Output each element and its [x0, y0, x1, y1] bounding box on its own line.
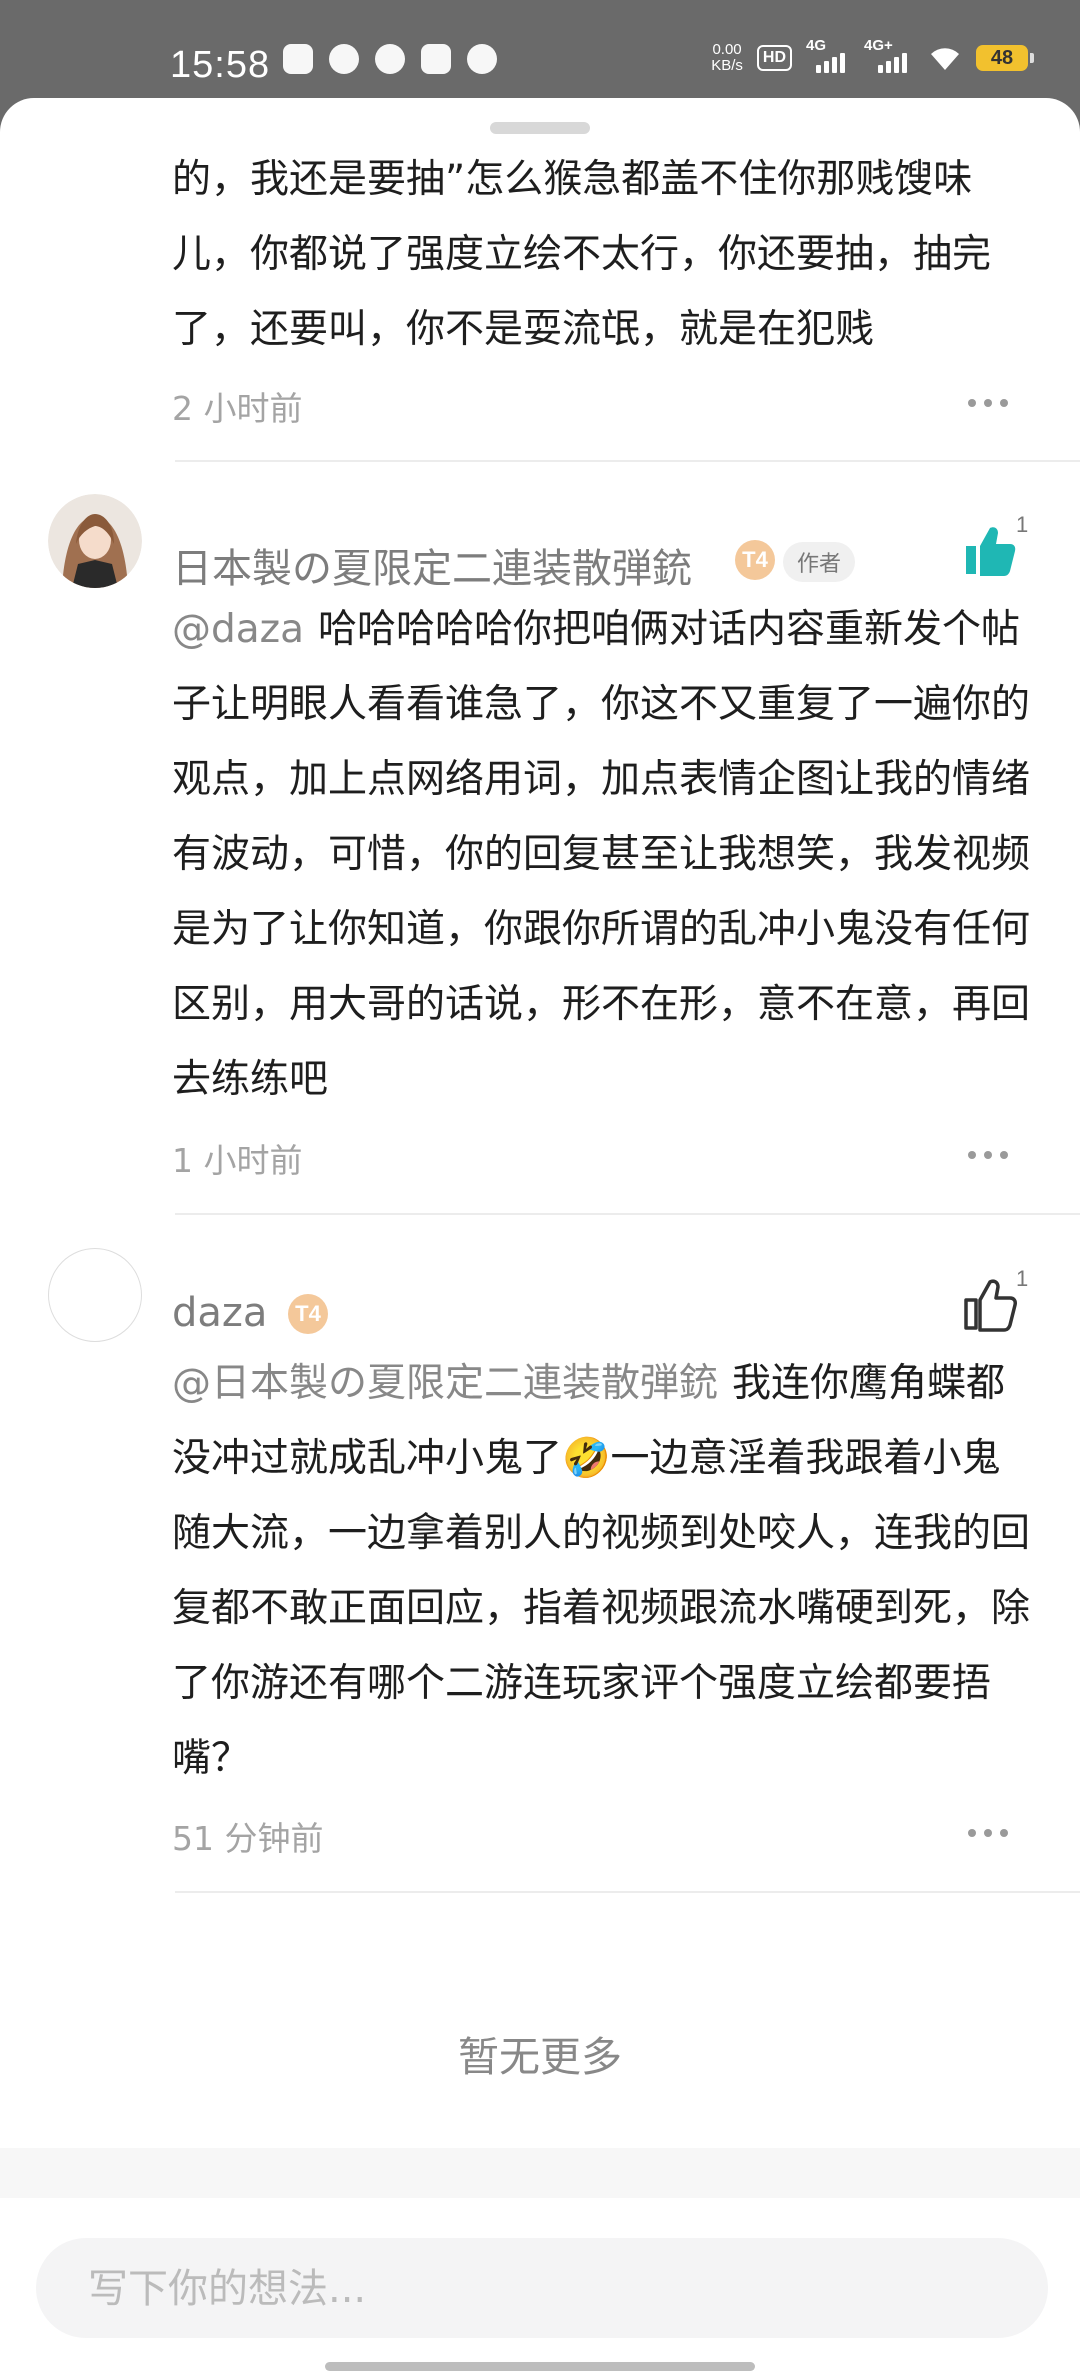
comments-sheet: 的，我还是要抽”怎么猴急都盖不住你那贱馊味儿，你都说了强度立绘不太行，你还要抽，…: [0, 98, 1080, 2376]
comment-input[interactable]: [86, 2238, 990, 2340]
avatar[interactable]: [48, 494, 142, 588]
comment-username[interactable]: 日本製の夏限定二連装散弾銃: [172, 536, 692, 594]
status-time: 15:58: [170, 44, 271, 86]
sheet-drag-handle[interactable]: [490, 122, 590, 134]
more-options-button[interactable]: [968, 1828, 1008, 1838]
wifi-icon: [931, 48, 959, 70]
more-options-button[interactable]: [968, 1150, 1008, 1160]
avatar[interactable]: [48, 1248, 142, 1342]
network-speed: 0.00 KB/s: [711, 41, 743, 74]
comment-username[interactable]: daza: [172, 1290, 267, 1336]
comment-time: 51 分钟前: [172, 1819, 324, 1858]
like-outline-icon[interactable]: [960, 1274, 1020, 1334]
system-indicators: 0.00 KB/s HD 4G 4G+ 48: [711, 37, 1034, 74]
battery-icon: 48: [976, 45, 1034, 71]
home-indicator[interactable]: [325, 2362, 755, 2371]
signal-4g-icon: 4G: [806, 37, 850, 73]
divider: [175, 1891, 1080, 1893]
tiktok-icon: [283, 44, 313, 74]
comment-time: 2 小时前: [172, 389, 303, 428]
level-badge: T4: [735, 540, 775, 580]
hd-voice-icon: HD: [756, 45, 792, 71]
divider: [175, 460, 1080, 462]
no-more-label: 暂无更多: [458, 2033, 622, 2081]
level-badge: T4: [288, 1294, 328, 1334]
like-filled-icon[interactable]: [960, 520, 1020, 580]
divider: [175, 1213, 1080, 1215]
comment-text: @daza 哈哈哈哈哈你把咱俩对话内容重新发个帖子让明眼人看看谁急了，你这不又重复…: [172, 607, 1031, 1102]
more-options-button[interactable]: [968, 398, 1008, 408]
compass-icon: [375, 44, 405, 74]
mention-link[interactable]: @日本製の夏限定二連装散弾銃: [172, 1361, 718, 1406]
comment-text: 的，我还是要抽”怎么猴急都盖不住你那贱馊味儿，你都说了强度立绘不太行，你还要抽，…: [172, 157, 992, 352]
mention-link[interactable]: @daza: [172, 607, 304, 652]
status-bar: 15:58 0.00 KB/s HD 4G 4G+ 48: [0, 0, 1080, 110]
comment-text: @日本製の夏限定二連装散弾銃 我连你鹰角蝶都没冲过就成乱冲小鬼了🤣一边意淫着我跟着…: [172, 1361, 1031, 1781]
avatar-image: [48, 494, 142, 588]
like-count: 1: [1016, 512, 1029, 537]
comment-input-box[interactable]: [36, 2238, 1048, 2340]
footer-shade: [0, 2148, 1080, 2198]
app-bird-icon: [467, 44, 497, 74]
signal-4g-plus-icon: 4G+: [864, 37, 914, 73]
gallery-icon: [421, 44, 451, 74]
author-tag: 作者: [783, 542, 856, 582]
comment-time: 1 小时前: [172, 1141, 303, 1180]
like-count: 1: [1016, 1266, 1029, 1291]
notification-icons: [283, 44, 497, 74]
qq-icon: [329, 44, 359, 74]
